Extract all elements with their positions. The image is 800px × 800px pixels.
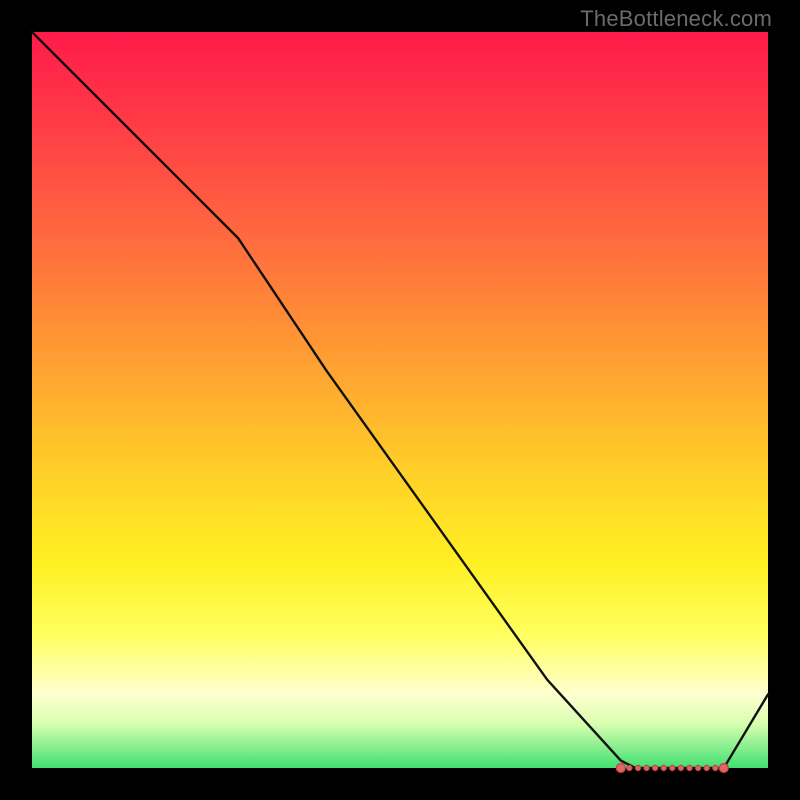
bottleneck-marker	[644, 765, 649, 770]
bottleneck-marker	[704, 765, 709, 770]
chart-frame: TheBottleneck.com	[0, 0, 800, 800]
bottleneck-marker	[713, 765, 718, 770]
series-line	[32, 32, 768, 768]
bottleneck-marker	[627, 765, 632, 770]
bottleneck-marker	[653, 765, 658, 770]
bottleneck-marker	[687, 765, 692, 770]
bottleneck-marker	[616, 764, 625, 773]
line-layer	[32, 32, 768, 768]
bottleneck-marker	[678, 765, 683, 770]
bottleneck-marker	[670, 765, 675, 770]
bottleneck-marker	[661, 765, 666, 770]
bottleneck-marker	[719, 764, 728, 773]
bottleneck-marker	[696, 765, 701, 770]
watermark-text: TheBottleneck.com	[580, 6, 772, 32]
bottleneck-marker	[635, 765, 640, 770]
